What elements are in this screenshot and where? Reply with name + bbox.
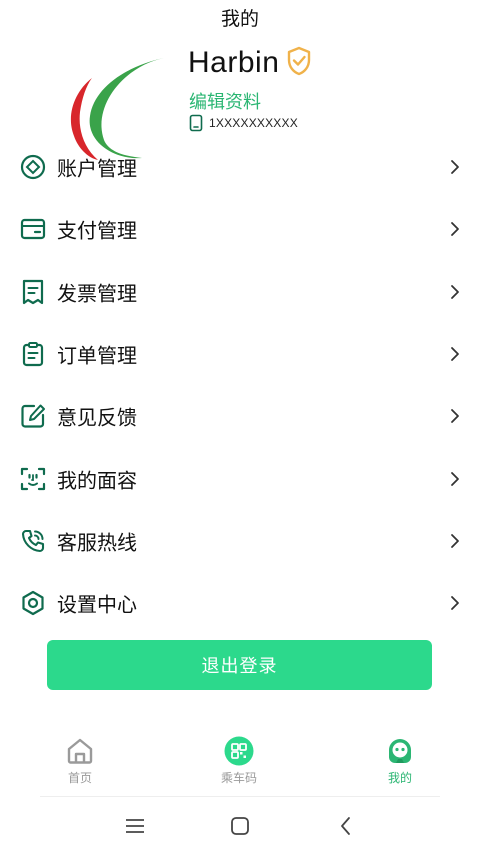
menu-item-face[interactable]: 我的面容	[0, 447, 480, 509]
home-square-icon[interactable]	[228, 814, 252, 838]
menu-label: 订单管理	[57, 343, 137, 368]
qr-code-icon	[224, 736, 254, 766]
account-icon	[20, 155, 46, 180]
phone-row: 1XXXXXXXXXX	[189, 114, 298, 132]
username: Harbin	[188, 46, 280, 79]
menu-list: 账户管理 支付管理 发票管理 订单管理 意见反馈 我的面容 客服热线 设置中心	[0, 136, 480, 634]
menu-item-payment[interactable]: 支付管理	[0, 198, 480, 260]
menu-label: 意见反馈	[57, 405, 137, 430]
page-title: 我的	[220, 7, 259, 30]
menu-label: 我的面容	[57, 468, 137, 493]
menu-item-orders[interactable]: 订单管理	[0, 323, 480, 385]
tab-label: 首页	[67, 771, 92, 785]
menu-label: 客服热线	[57, 530, 137, 555]
chevron-right-icon	[451, 534, 459, 548]
settings-icon	[22, 591, 44, 616]
back-icon[interactable]	[334, 814, 358, 838]
chevron-right-icon	[451, 409, 459, 424]
home-icon	[67, 738, 93, 764]
menu-icon[interactable]	[123, 814, 147, 838]
invoice-icon	[22, 279, 44, 304]
chevron-right-icon	[451, 160, 459, 175]
chevron-right-icon	[451, 222, 459, 237]
menu-item-feedback[interactable]: 意见反馈	[0, 385, 480, 447]
menu-label: 设置中心	[57, 592, 137, 617]
divider	[40, 796, 440, 797]
tab-mine[interactable]: 我的	[360, 730, 440, 790]
edit-profile-link[interactable]: 编辑资料	[189, 88, 261, 114]
face-scan-icon	[20, 467, 46, 490]
wallet-icon	[20, 219, 46, 240]
chevron-right-icon	[451, 596, 459, 611]
chevron-right-icon	[451, 471, 459, 486]
menu-item-settings[interactable]: 设置中心	[0, 572, 480, 634]
chevron-right-icon	[451, 284, 459, 299]
user-robot-icon	[389, 739, 411, 763]
edit-icon	[21, 404, 45, 428]
menu-item-account[interactable]: 账户管理	[0, 136, 480, 198]
system-navigation-bar	[0, 800, 480, 853]
clipboard-icon	[22, 342, 44, 367]
top-bar: 我的	[0, 0, 480, 34]
chevron-right-icon	[451, 347, 459, 361]
menu-item-hotline[interactable]: 客服热线	[0, 510, 480, 572]
phone-call-icon	[21, 529, 45, 552]
menu-label: 发票管理	[57, 281, 137, 306]
menu-label: 支付管理	[57, 218, 137, 243]
bottom-tab-bar: 首页 乘车码 我的	[0, 730, 480, 790]
shield-check-icon	[287, 46, 311, 76]
tab-label: 乘车码	[220, 771, 257, 785]
mobile-phone-icon	[189, 114, 203, 132]
logout-button[interactable]: 退出登录	[47, 640, 432, 690]
tab-ride-code[interactable]: 乘车码	[199, 730, 279, 790]
phone-number: 1XXXXXXXXXX	[209, 116, 298, 130]
tab-label: 我的	[387, 771, 412, 785]
tab-home[interactable]: 首页	[40, 730, 120, 790]
menu-label: 账户管理	[57, 156, 137, 181]
menu-item-invoice[interactable]: 发票管理	[0, 261, 480, 323]
profile-section: Harbin 编辑资料 1XXXXXXXXXX	[0, 34, 480, 160]
